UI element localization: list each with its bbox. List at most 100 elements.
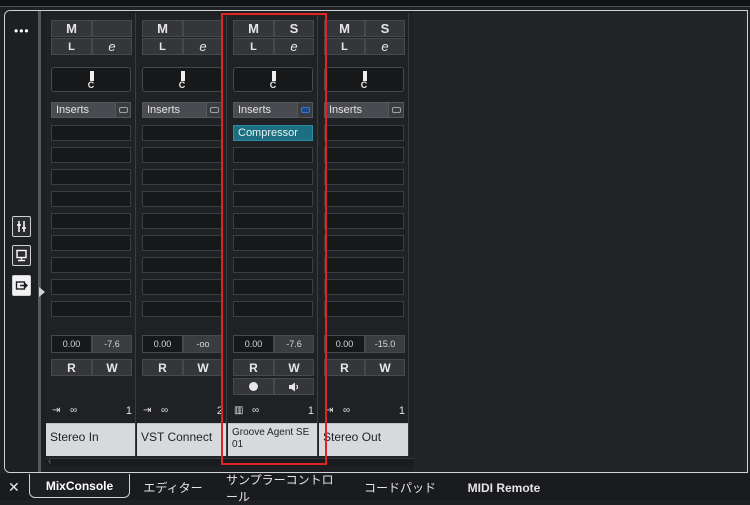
tab-mixconsole[interactable]: MixConsole xyxy=(29,474,130,498)
insert-slot[interactable] xyxy=(233,235,313,251)
insert-slot[interactable] xyxy=(142,191,222,207)
insert-slot[interactable] xyxy=(324,191,404,207)
write-automation-button[interactable]: W xyxy=(274,359,314,376)
channel-name[interactable]: Groove Agent SE 01 xyxy=(228,423,317,456)
channel-name[interactable]: VST Connect xyxy=(137,423,226,456)
mute-button[interactable]: M xyxy=(142,20,183,37)
monitor-button[interactable] xyxy=(274,378,314,395)
insert-slot[interactable] xyxy=(324,235,404,251)
mute-button[interactable]: M xyxy=(233,20,274,37)
volume-value[interactable]: 0.00 xyxy=(142,335,183,353)
volume-value[interactable]: 0.00 xyxy=(51,335,92,353)
more-menu-icon[interactable]: ••• xyxy=(14,25,29,37)
insert-slot[interactable] xyxy=(142,235,222,251)
link-icon[interactable]: ∞ xyxy=(343,405,350,416)
volume-value[interactable]: 0.00 xyxy=(324,335,365,353)
inserts-bypass-icon[interactable] xyxy=(297,103,312,117)
solo-button[interactable] xyxy=(183,20,223,37)
insert-slot[interactable] xyxy=(233,257,313,273)
insert-slot[interactable] xyxy=(324,279,404,295)
pan-control[interactable]: C xyxy=(51,67,131,92)
scroll-left-icon[interactable]: ‹ xyxy=(48,456,51,467)
inserts-header[interactable]: Inserts xyxy=(324,102,404,118)
insert-slot[interactable] xyxy=(142,213,222,229)
record-enable-button[interactable] xyxy=(233,378,274,395)
read-automation-button[interactable]: R xyxy=(233,359,274,376)
insert-slot[interactable] xyxy=(324,213,404,229)
insert-slot[interactable] xyxy=(51,147,131,163)
insert-slot[interactable] xyxy=(51,213,131,229)
read-automation-button[interactable]: R xyxy=(324,359,365,376)
insert-slot[interactable] xyxy=(233,191,313,207)
insert-slot[interactable] xyxy=(324,147,404,163)
inserts-bypass-icon[interactable] xyxy=(115,103,130,117)
insert-slot[interactable] xyxy=(51,301,131,317)
edit-button[interactable]: e xyxy=(183,38,223,55)
tab-editor[interactable]: エディター xyxy=(140,477,206,498)
solo-button[interactable]: S xyxy=(274,20,314,37)
close-icon[interactable]: ✕ xyxy=(8,479,20,496)
inserts-bypass-icon[interactable] xyxy=(206,103,221,117)
insert-slot[interactable] xyxy=(233,279,313,295)
link-icon[interactable]: ∞ xyxy=(70,405,77,416)
insert-slot[interactable] xyxy=(51,191,131,207)
listen-button[interactable]: L xyxy=(233,38,274,55)
inserts-header[interactable]: Inserts xyxy=(51,102,131,118)
insert-slot[interactable] xyxy=(324,257,404,273)
write-automation-button[interactable]: W xyxy=(92,359,132,376)
listen-button[interactable]: L xyxy=(324,38,365,55)
insert-slot[interactable] xyxy=(51,169,131,185)
tab-chord-pads[interactable]: コードパッド xyxy=(362,477,438,498)
mute-button[interactable]: M xyxy=(51,20,92,37)
insert-slot[interactable] xyxy=(233,147,313,163)
insert-slot[interactable] xyxy=(51,235,131,251)
pan-control[interactable]: C xyxy=(233,67,313,92)
horizontal-scrollbar[interactable]: ‹ xyxy=(46,456,414,467)
listen-button[interactable]: L xyxy=(142,38,183,55)
solo-button[interactable] xyxy=(92,20,132,37)
insert-slot[interactable] xyxy=(233,213,313,229)
insert-slot[interactable] xyxy=(233,301,313,317)
edit-button[interactable]: e xyxy=(365,38,405,55)
link-icon[interactable]: ∞ xyxy=(252,405,259,416)
insert-plugin-slot[interactable]: Compressor xyxy=(233,125,313,141)
read-automation-button[interactable]: R xyxy=(51,359,92,376)
pan-control[interactable]: C xyxy=(324,67,404,92)
solo-button[interactable]: S xyxy=(365,20,405,37)
peak-value[interactable]: -7.6 xyxy=(274,335,314,353)
inserts-header[interactable]: Inserts xyxy=(233,102,313,118)
inserts-header[interactable]: Inserts xyxy=(142,102,222,118)
routing-icon[interactable] xyxy=(12,275,31,296)
mute-button[interactable]: M xyxy=(324,20,365,37)
write-automation-button[interactable]: W xyxy=(183,359,223,376)
pan-control[interactable]: C xyxy=(142,67,222,92)
read-automation-button[interactable]: R xyxy=(142,359,183,376)
peak-value[interactable]: -oo xyxy=(183,335,223,353)
peak-value[interactable]: -7.6 xyxy=(92,335,132,353)
insert-slot[interactable] xyxy=(51,257,131,273)
listen-button[interactable]: L xyxy=(51,38,92,55)
insert-slot[interactable] xyxy=(142,147,222,163)
insert-slot[interactable] xyxy=(324,169,404,185)
inserts-bypass-icon[interactable] xyxy=(388,103,403,117)
write-automation-button[interactable]: W xyxy=(365,359,405,376)
insert-slot[interactable] xyxy=(142,279,222,295)
insert-slot[interactable] xyxy=(142,257,222,273)
tab-midi-remote[interactable]: MIDI Remote xyxy=(458,477,550,498)
edit-button[interactable]: e xyxy=(92,38,132,55)
tab-sampler-control[interactable]: サンプラーコントロール xyxy=(226,473,342,504)
link-icon[interactable]: ∞ xyxy=(161,405,168,416)
edit-button[interactable]: e xyxy=(274,38,314,55)
insert-slot[interactable] xyxy=(51,125,131,141)
insert-slot[interactable] xyxy=(142,301,222,317)
insert-slot[interactable] xyxy=(51,279,131,295)
eq-sliders-icon[interactable] xyxy=(12,216,31,237)
monitor-icon[interactable] xyxy=(12,245,31,266)
channel-name[interactable]: Stereo Out xyxy=(319,423,408,456)
insert-slot[interactable] xyxy=(233,169,313,185)
insert-slot[interactable] xyxy=(324,125,404,141)
insert-slot[interactable] xyxy=(324,301,404,317)
channel-name[interactable]: Stereo In xyxy=(46,423,135,456)
peak-value[interactable]: -15.0 xyxy=(365,335,405,353)
volume-value[interactable]: 0.00 xyxy=(233,335,274,353)
